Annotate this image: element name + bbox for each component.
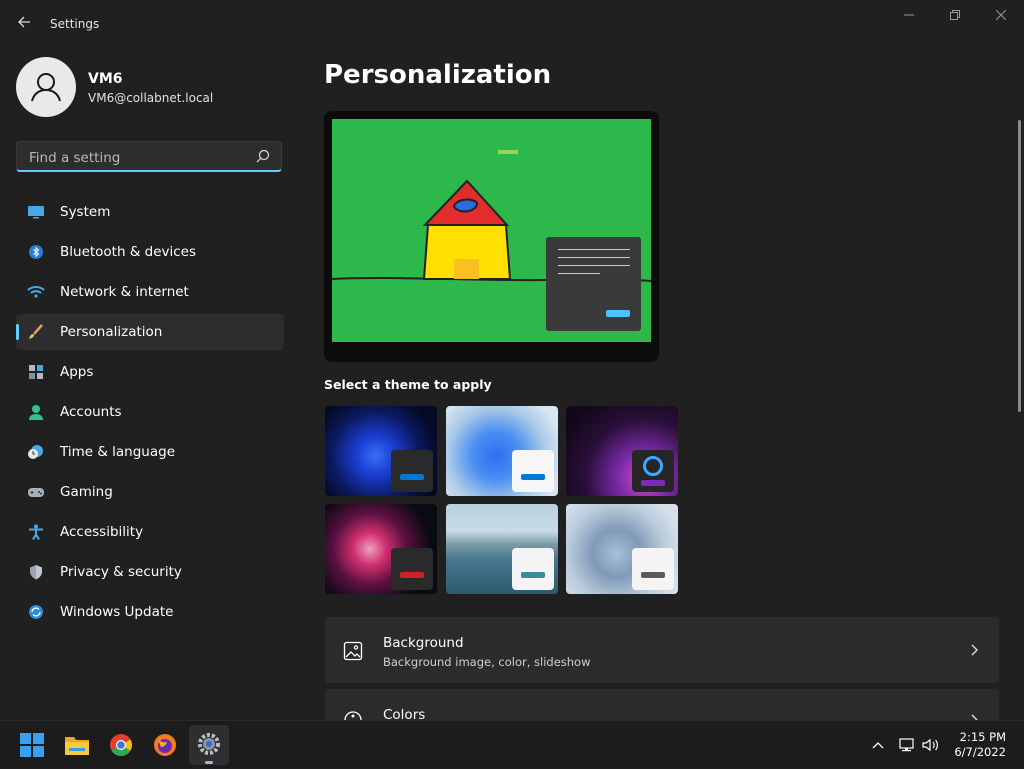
firefox-button[interactable] xyxy=(149,729,181,761)
chrome-button[interactable] xyxy=(105,729,137,761)
sidebar-item-label: Apps xyxy=(60,364,94,380)
chevron-right-icon xyxy=(971,714,978,720)
wallpaper-preview xyxy=(332,119,651,342)
sidebar-nav: System Bluetooth & devices Network & int… xyxy=(16,194,284,634)
back-button[interactable] xyxy=(14,12,34,32)
taskbar: 2:15 PM 6/7/2022 xyxy=(0,720,1024,768)
desktop-preview xyxy=(324,111,659,362)
sidebar-item-label: Windows Update xyxy=(60,604,174,620)
sidebar-item-label: Time & language xyxy=(60,444,176,460)
minimize-icon xyxy=(904,14,914,16)
background-card[interactable]: Background Background image, color, slid… xyxy=(325,617,999,683)
sidebar-item-accessibility[interactable]: Accessibility xyxy=(16,514,284,550)
avatar[interactable] xyxy=(16,57,76,117)
page-title: Personalization xyxy=(324,60,552,90)
background-subtitle: Background image, color, slideshow xyxy=(383,655,591,669)
sidebar-item-windows-update[interactable]: Windows Update xyxy=(16,594,284,630)
sidebar-item-privacy[interactable]: Privacy & security xyxy=(16,554,284,590)
theme-flow[interactable] xyxy=(446,504,558,594)
app-title: Settings xyxy=(50,17,100,31)
theme-windows-dark[interactable] xyxy=(325,406,437,496)
back-arrow-icon xyxy=(18,16,30,28)
gamepad-icon xyxy=(28,488,44,497)
sidebar-item-label: Accessibility xyxy=(60,524,144,540)
colors-card[interactable]: Colors xyxy=(325,689,999,723)
user-icon xyxy=(31,73,61,102)
title-bar: Settings xyxy=(0,0,1024,48)
scrollbar[interactable] xyxy=(1018,120,1021,412)
file-explorer-button[interactable] xyxy=(61,729,93,761)
search-icon xyxy=(256,149,270,163)
theme-windows-light[interactable] xyxy=(446,406,558,496)
image-icon xyxy=(343,641,363,661)
preview-window xyxy=(546,237,641,331)
restore-button[interactable] xyxy=(932,6,978,28)
sidebar-item-label: Personalization xyxy=(60,324,163,340)
search-input[interactable] xyxy=(27,148,256,168)
wifi-icon xyxy=(27,286,45,298)
chevron-up-icon[interactable] xyxy=(871,738,885,752)
volume-icon[interactable] xyxy=(921,736,941,754)
close-button[interactable] xyxy=(978,6,1024,28)
bluetooth-icon xyxy=(29,245,43,259)
clock[interactable]: 2:15 PM 6/7/2022 xyxy=(954,730,1006,760)
settings-icon xyxy=(198,733,220,755)
restore-icon xyxy=(950,10,960,20)
sidebar-item-label: System xyxy=(60,204,111,220)
settings-taskbar-button[interactable] xyxy=(189,725,229,765)
sidebar-item-label: Network & internet xyxy=(60,284,189,300)
sidebar-item-time-language[interactable]: Time & language xyxy=(16,434,284,470)
start-icon xyxy=(20,733,44,757)
system-icon xyxy=(28,206,44,219)
sidebar-item-personalization[interactable]: Personalization xyxy=(16,314,284,350)
apps-icon xyxy=(29,365,43,379)
sidebar-item-label: Accounts xyxy=(60,404,122,420)
accounts-icon xyxy=(29,405,43,420)
firefox-icon xyxy=(154,734,176,756)
background-title: Background xyxy=(383,635,464,651)
user-email: VM6@collabnet.local xyxy=(88,91,214,105)
sidebar-item-gaming[interactable]: Gaming xyxy=(16,474,284,510)
clock-time: 2:15 PM xyxy=(959,730,1006,744)
sidebar-item-label: Bluetooth & devices xyxy=(60,244,197,260)
themes-heading: Select a theme to apply xyxy=(324,377,492,392)
update-icon xyxy=(29,605,43,619)
sidebar-item-accounts[interactable]: Accounts xyxy=(16,394,284,430)
clock-date: 6/7/2022 xyxy=(954,745,1006,759)
shield-icon xyxy=(30,565,42,580)
sidebar-item-network[interactable]: Network & internet xyxy=(16,274,284,310)
chrome-icon xyxy=(110,734,132,756)
file-explorer-icon xyxy=(65,737,89,755)
brush-icon xyxy=(29,324,43,339)
user-name: VM6 xyxy=(88,71,123,87)
network-icon[interactable] xyxy=(898,736,916,754)
sidebar-item-label: Gaming xyxy=(60,484,113,500)
sidebar-item-label: Privacy & security xyxy=(60,564,182,580)
palette-icon xyxy=(344,711,362,720)
theme-glow[interactable] xyxy=(566,406,678,496)
search-box[interactable] xyxy=(16,141,282,172)
chevron-right-icon xyxy=(971,644,978,656)
sidebar-item-system[interactable]: System xyxy=(16,194,284,230)
theme-sunrise[interactable] xyxy=(566,504,678,594)
active-app-indicator xyxy=(205,761,213,764)
start-button[interactable] xyxy=(16,729,48,761)
minimize-button[interactable] xyxy=(886,6,932,28)
close-icon xyxy=(995,9,1007,21)
sidebar-item-apps[interactable]: Apps xyxy=(16,354,284,390)
clock-globe-icon xyxy=(28,445,43,459)
theme-captured-motion[interactable] xyxy=(325,504,437,594)
accessibility-icon xyxy=(29,524,43,540)
sidebar-item-bluetooth[interactable]: Bluetooth & devices xyxy=(16,234,284,270)
